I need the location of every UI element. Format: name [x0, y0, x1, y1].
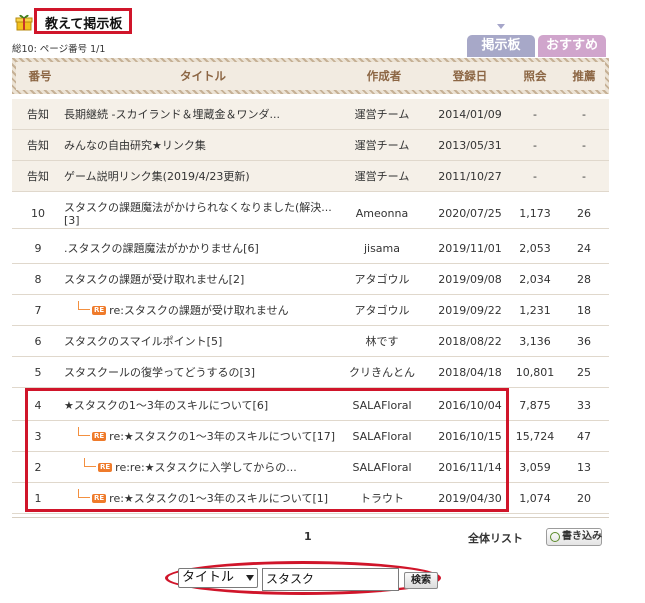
row-views: - — [533, 139, 537, 152]
row-recommend: - — [582, 170, 586, 183]
row-date: 2018/04/18 — [438, 366, 502, 379]
row-title-link[interactable]: スタスクの課題魔法がかけられなくなりました(解決... [3] — [64, 198, 342, 229]
row-title-link[interactable]: スタスクの課題が受け取れません[2] — [64, 264, 342, 295]
board-title: 教えて掲示板 — [45, 17, 123, 32]
row-author: jisama — [363, 242, 401, 255]
reply-arrow-icon — [78, 301, 90, 310]
col-author: 作成者 — [366, 69, 402, 83]
table-row-notice: 告知 長期継続 -スカイランド＆埋蔵金＆ワンダ... 運営チーム 2014/01… — [12, 99, 609, 130]
row-num: 8 — [34, 273, 42, 286]
row-author: アタゴウル — [354, 273, 410, 286]
write-button[interactable]: 書き込み — [546, 528, 602, 546]
row-date: 2013/05/31 — [438, 139, 502, 152]
table-row: 7 RE re:スタスクの課題が受け取れません アタゴウル 2019/09/22 … — [12, 295, 609, 326]
row-title-link[interactable]: 長期継続 -スカイランド＆埋蔵金＆ワンダ... — [64, 99, 342, 130]
table-row-notice: 告知 ゲーム説明リンク集(2019/4/23更新) 運営チーム 2011/10/… — [12, 161, 609, 192]
table-row-notice: 告知 みんなの自由研究★リンク集 運営チーム 2013/05/31 - - — [12, 130, 609, 161]
row-date: 2019/11/01 — [438, 242, 502, 255]
highlight-box-skill-posts — [25, 388, 509, 512]
reply-badge: RE — [92, 306, 107, 315]
row-num: 告知 — [27, 139, 49, 152]
row-recommend: 13 — [577, 461, 591, 474]
row-title-link[interactable]: RE re:スタスクの課題が受け取れません — [64, 295, 342, 326]
tab-board[interactable]: 掲示板 — [467, 35, 535, 57]
search-button[interactable]: 検索 — [404, 572, 438, 589]
table-header: 番号 タイトル 作成者 登録日 照会 推薦 — [12, 58, 609, 94]
active-tab-indicator-icon — [497, 24, 505, 29]
table-row: 10 スタスクの課題魔法がかけられなくなりました(解決... [3] Ameonn… — [12, 198, 609, 229]
col-recommend: 推薦 — [572, 69, 596, 83]
row-views: 1,231 — [519, 304, 551, 317]
search-input[interactable]: スタスク — [262, 568, 399, 591]
gift-icon — [14, 12, 34, 32]
row-date: 2018/08/22 — [438, 335, 502, 348]
table-row: 6 スタスクのスマイルポイント[5] 林です 2018/08/22 3,136 … — [12, 326, 609, 357]
row-author: 運営チーム — [354, 139, 410, 152]
row-num: 9 — [34, 242, 42, 255]
row-views: - — [533, 170, 537, 183]
row-recommend: - — [582, 139, 586, 152]
tab-recommend[interactable]: おすすめ — [538, 35, 606, 57]
post-summary: 総10: ページ番号 1/1 — [12, 44, 106, 55]
col-num: 番号 — [28, 69, 52, 83]
col-views: 照会 — [523, 69, 547, 83]
table-row: 9 .スタスクの課題魔法がかかりません[6] jisama 2019/11/01… — [12, 233, 609, 264]
row-author: アタゴウル — [354, 304, 410, 317]
row-title-link[interactable]: ゲーム説明リンク集(2019/4/23更新) — [64, 161, 342, 192]
chevron-down-icon — [246, 575, 254, 581]
row-views: 1,173 — [519, 207, 551, 220]
row-num: 告知 — [27, 170, 49, 183]
row-views: 3,059 — [519, 461, 551, 474]
row-author: 運営チーム — [354, 170, 410, 183]
row-recommend: - — [582, 108, 586, 121]
table-row: 8 スタスクの課題が受け取れません[2] アタゴウル 2019/09/08 2,… — [12, 264, 609, 295]
row-date: 2019/09/08 — [438, 273, 502, 286]
table-row: 5 スタスクールの復学ってどうするの[3] クリきんとん 2018/04/18 … — [12, 357, 609, 388]
page-number-current[interactable]: 1 — [304, 530, 312, 543]
row-author: Ameonna — [355, 207, 409, 220]
row-num: 10 — [31, 207, 45, 220]
row-title-link[interactable]: スタスクのスマイルポイント[5] — [64, 326, 342, 357]
col-date: 登録日 — [452, 69, 488, 83]
row-date: 2011/10/27 — [438, 170, 502, 183]
row-date: 2019/09/22 — [438, 304, 502, 317]
row-num: 5 — [34, 366, 42, 379]
row-recommend: 36 — [577, 335, 591, 348]
row-views: 10,801 — [515, 366, 555, 379]
row-num: 7 — [34, 304, 42, 317]
row-author: 林です — [365, 335, 399, 348]
row-views: 1,074 — [519, 492, 551, 505]
row-recommend: 33 — [577, 399, 591, 412]
row-views: 7,875 — [519, 399, 551, 412]
col-title: タイトル — [180, 69, 226, 83]
search-field-select[interactable]: タイトル — [178, 568, 258, 588]
row-author: 運営チーム — [354, 108, 410, 121]
row-author: クリきんとん — [349, 366, 415, 379]
row-title-link[interactable]: みんなの自由研究★リンク集 — [64, 130, 342, 161]
table-bottom-divider — [12, 517, 609, 518]
row-views: 2,034 — [519, 273, 551, 286]
row-recommend: 28 — [577, 273, 591, 286]
row-recommend: 25 — [577, 366, 591, 379]
row-views: 15,724 — [515, 430, 555, 443]
row-views: 3,136 — [519, 335, 551, 348]
row-title-link[interactable]: スタスクールの復学ってどうするの[3] — [64, 357, 342, 388]
search-field-value: タイトル — [182, 570, 235, 585]
row-date: 2014/01/09 — [438, 108, 502, 121]
row-recommend: 20 — [577, 492, 591, 505]
board-title-highlight: 教えて掲示板 — [34, 8, 132, 34]
row-recommend: 47 — [577, 430, 591, 443]
row-recommend: 18 — [577, 304, 591, 317]
row-date: 2020/07/25 — [438, 207, 502, 220]
row-num: 6 — [34, 335, 42, 348]
all-list-link[interactable]: 全体リスト — [468, 530, 523, 546]
row-recommend: 26 — [577, 207, 591, 220]
row-title-link[interactable]: .スタスクの課題魔法がかかりません[6] — [64, 233, 342, 264]
row-views: - — [533, 108, 537, 121]
row-num: 告知 — [27, 108, 49, 121]
write-button-label: 書き込み — [562, 531, 602, 542]
row-views: 2,053 — [519, 242, 551, 255]
row-recommend: 24 — [577, 242, 591, 255]
pen-icon — [550, 532, 560, 542]
